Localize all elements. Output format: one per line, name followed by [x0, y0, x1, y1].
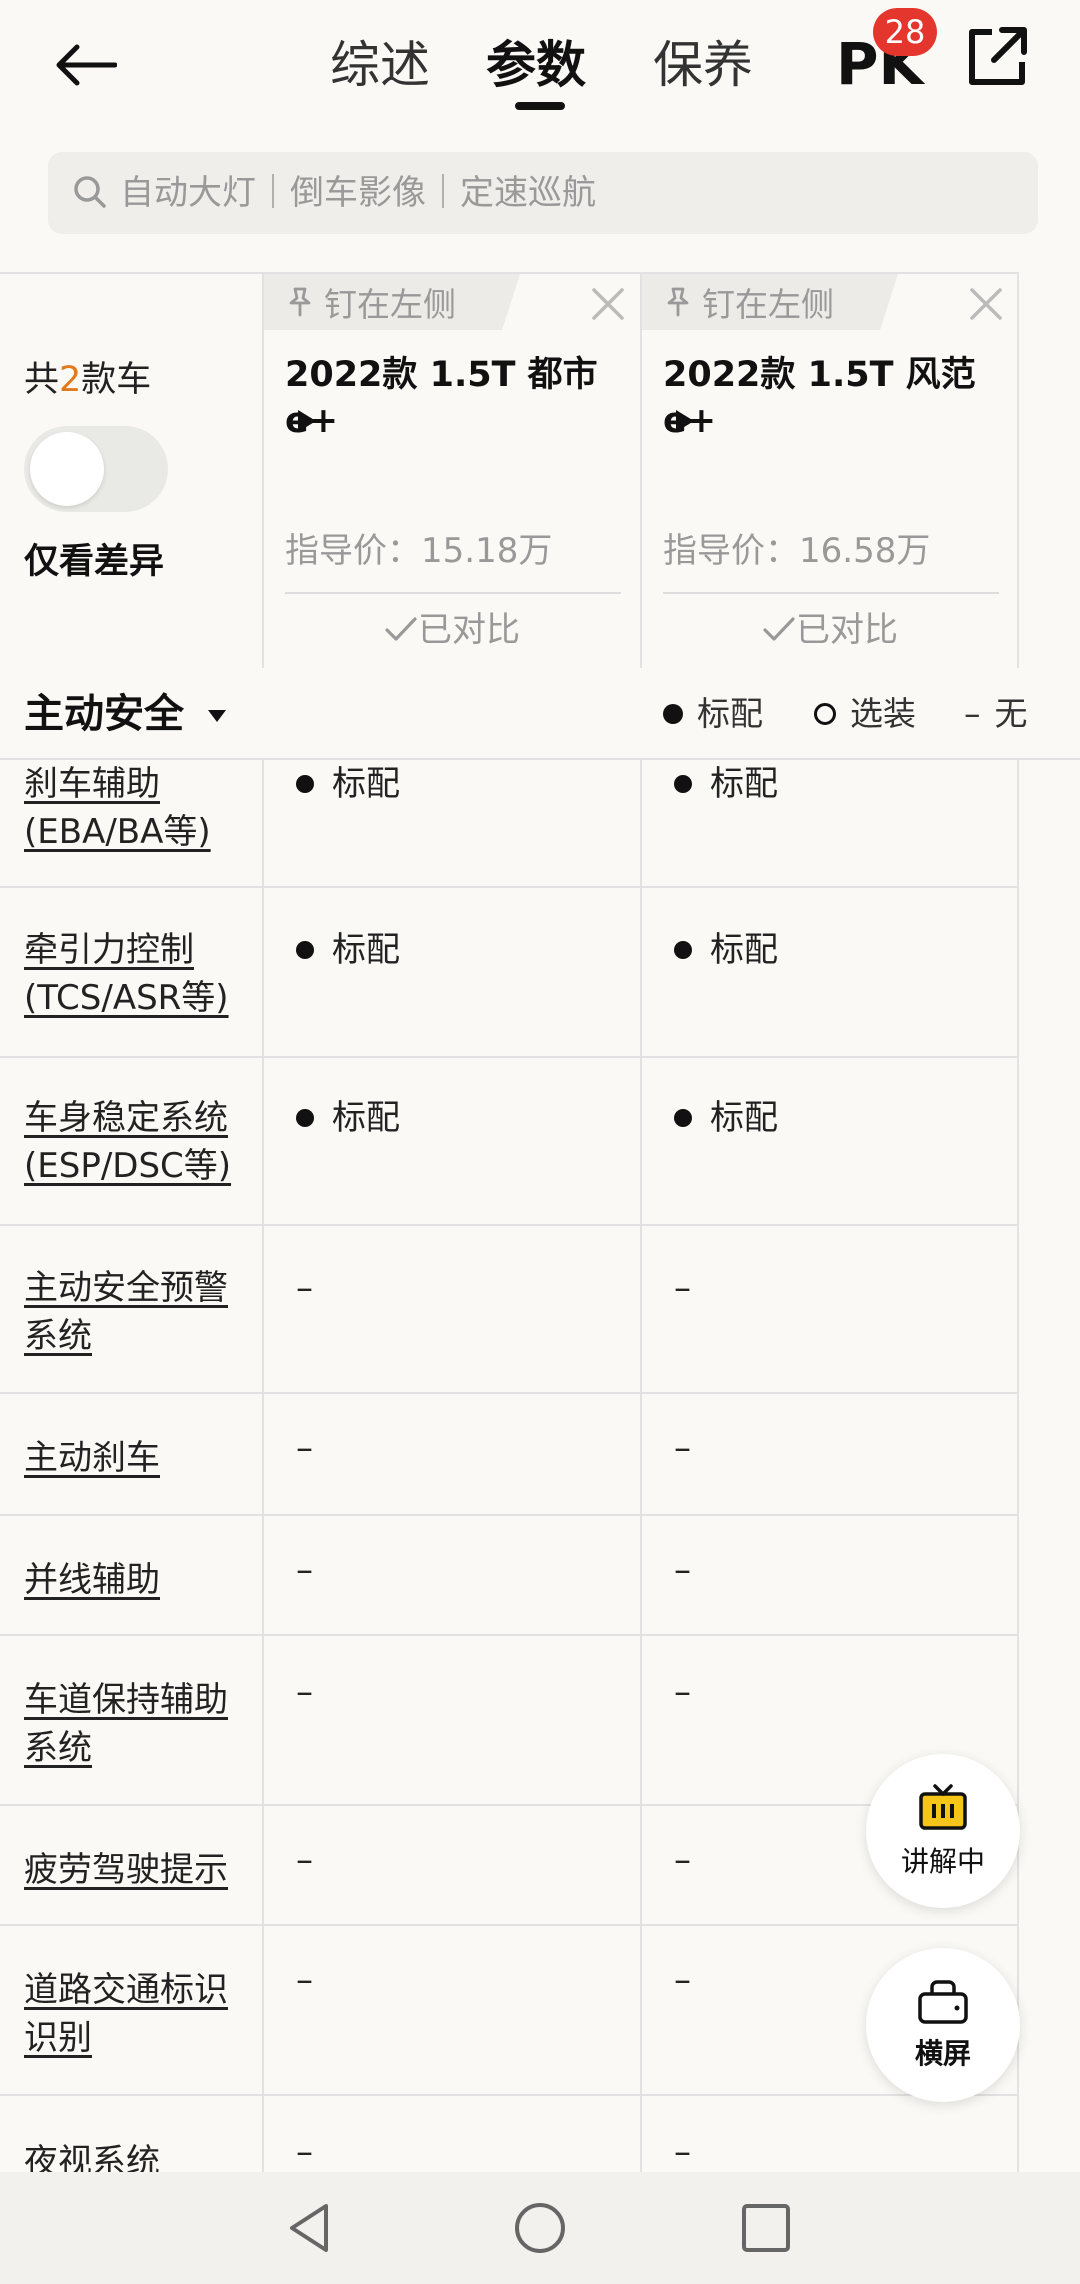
cell-value: –	[296, 1840, 313, 1880]
play-arrow-icon[interactable]	[674, 408, 696, 438]
row-label[interactable]: 主动安全预警系统	[24, 1264, 250, 1360]
share-icon[interactable]	[962, 22, 1032, 92]
landscape-button[interactable]: 横屏	[866, 1948, 1020, 2102]
standard-dot-icon	[296, 941, 314, 959]
tv-icon	[919, 1784, 967, 1830]
cell-value: 标配	[296, 926, 400, 974]
cell-value: –	[674, 1960, 691, 2000]
legend-optional: 选装	[814, 694, 916, 734]
back-arrow-icon[interactable]	[40, 20, 130, 110]
compared-status[interactable]: 已对比	[642, 600, 1018, 660]
row-label[interactable]: 车道保持辅助系统	[24, 1676, 250, 1772]
cell-value: 标配	[674, 926, 778, 974]
car-price: 指导价：15.18万	[285, 531, 553, 571]
nav-recents-icon[interactable]	[740, 2202, 792, 2258]
cell-value: –	[674, 2132, 691, 2172]
row-label[interactable]: 刹车辅助(EBA/BA等)	[24, 760, 250, 856]
cell-value: –	[296, 1672, 313, 1712]
tab-parameters[interactable]: 参数	[486, 25, 586, 105]
divider	[0, 272, 1018, 274]
check-icon	[385, 617, 417, 641]
car-name[interactable]: 2022款 1.5T 风范e+	[663, 352, 1003, 444]
standard-dot-icon	[296, 775, 314, 793]
table-row: 车道保持辅助系统 – –	[0, 1636, 1018, 1806]
row-label[interactable]: 牵引力控制(TCS/ASR等)	[24, 926, 250, 1022]
nav-home-icon[interactable]	[512, 2200, 568, 2260]
row-label[interactable]: 道路交通标识识别	[24, 1966, 250, 2062]
pin-left-label: 钉在左侧	[702, 285, 834, 324]
cell-value: 标配	[674, 760, 778, 808]
table-row: 道路交通标识识别 – –	[0, 1926, 1018, 2096]
row-label[interactable]: 并线辅助	[24, 1556, 250, 1604]
active-tab-indicator	[515, 102, 565, 110]
cell-value: –	[296, 1960, 313, 2000]
system-nav-bar	[0, 2172, 1080, 2284]
cell-value: –	[296, 1268, 313, 1308]
section-selector[interactable]: 主动安全	[24, 688, 228, 740]
cell-value: –	[674, 1268, 691, 1308]
close-icon[interactable]	[586, 282, 630, 326]
model-count: 共2款车	[24, 360, 152, 400]
toggle-knob	[30, 432, 104, 506]
cell-value: –	[674, 1840, 691, 1880]
search-placeholder: 自动大灯｜倒车影像｜定速巡航	[120, 173, 596, 213]
pin-left-button[interactable]: 钉在左侧	[264, 274, 520, 330]
cell-value: –	[296, 1428, 313, 1468]
cell-value: –	[674, 1672, 691, 1712]
cell-value: 标配	[674, 1094, 778, 1142]
legend-none: – 无	[964, 694, 1028, 733]
check-icon	[763, 617, 795, 641]
search-icon	[70, 172, 110, 212]
table-row: 刹车辅助(EBA/BA等) 标配 标配	[0, 760, 1018, 888]
caret-down-icon	[207, 710, 226, 722]
standard-dot-icon	[296, 1109, 314, 1127]
row-label[interactable]: 疲劳驾驶提示	[24, 1846, 250, 1894]
top-bar: 综述 参数 保养 PK 28	[0, 0, 1080, 135]
cell-value: 标配	[296, 1094, 400, 1142]
divider	[285, 592, 621, 594]
compared-status[interactable]: 已对比	[264, 600, 640, 660]
row-label[interactable]: 车身稳定系统(ESP/DSC等)	[24, 1094, 250, 1190]
table-row: 主动安全预警系统 – –	[0, 1226, 1018, 1394]
cell-value: 标配	[296, 760, 400, 808]
diff-only-toggle[interactable]	[24, 426, 168, 512]
cell-value: –	[674, 1550, 691, 1590]
pin-left-button[interactable]: 钉在左侧	[642, 274, 898, 330]
pin-left-label: 钉在左侧	[324, 285, 456, 324]
car-price: 指导价：16.58万	[663, 531, 931, 571]
table-row: 并线辅助 – –	[0, 1516, 1018, 1636]
row-label[interactable]: 主动刹车	[24, 1434, 250, 1482]
search-bar[interactable]: 自动大灯｜倒车影像｜定速巡航	[48, 152, 1038, 234]
model-count-number: 2	[59, 360, 82, 400]
divider	[663, 592, 999, 594]
standard-dot-icon	[663, 704, 683, 724]
none-dash-icon: –	[964, 694, 981, 733]
section-header: 主动安全 标配 选装 – 无	[0, 668, 1080, 760]
car-name[interactable]: 2022款 1.5T 都市e+	[285, 352, 625, 444]
pk-count-badge: 28	[873, 8, 937, 56]
explain-button[interactable]: 讲解中	[866, 1754, 1020, 1908]
cell-value: –	[296, 2132, 313, 2172]
table-row: 车身稳定系统(ESP/DSC等) 标配 标配	[0, 1058, 1018, 1226]
table-row: 主动刹车 – –	[0, 1394, 1018, 1516]
tab-overview[interactable]: 综述	[330, 25, 430, 105]
optional-circle-icon	[814, 703, 836, 725]
table-row: 牵引力控制(TCS/ASR等) 标配 标配	[0, 888, 1018, 1058]
cell-value: –	[296, 1550, 313, 1590]
pin-icon	[289, 287, 311, 317]
nav-back-icon[interactable]	[282, 2200, 338, 2260]
cell-value: –	[674, 1428, 691, 1468]
standard-dot-icon	[674, 1109, 692, 1127]
standard-dot-icon	[674, 941, 692, 959]
play-arrow-icon[interactable]	[296, 408, 318, 438]
close-icon[interactable]	[964, 282, 1008, 326]
legend-standard: 标配	[663, 694, 763, 734]
pin-icon	[667, 287, 689, 317]
rotate-screen-icon	[918, 1980, 968, 2024]
diff-only-label: 仅看差异	[24, 542, 165, 582]
tab-maintenance[interactable]: 保养	[653, 25, 753, 105]
standard-dot-icon	[674, 775, 692, 793]
